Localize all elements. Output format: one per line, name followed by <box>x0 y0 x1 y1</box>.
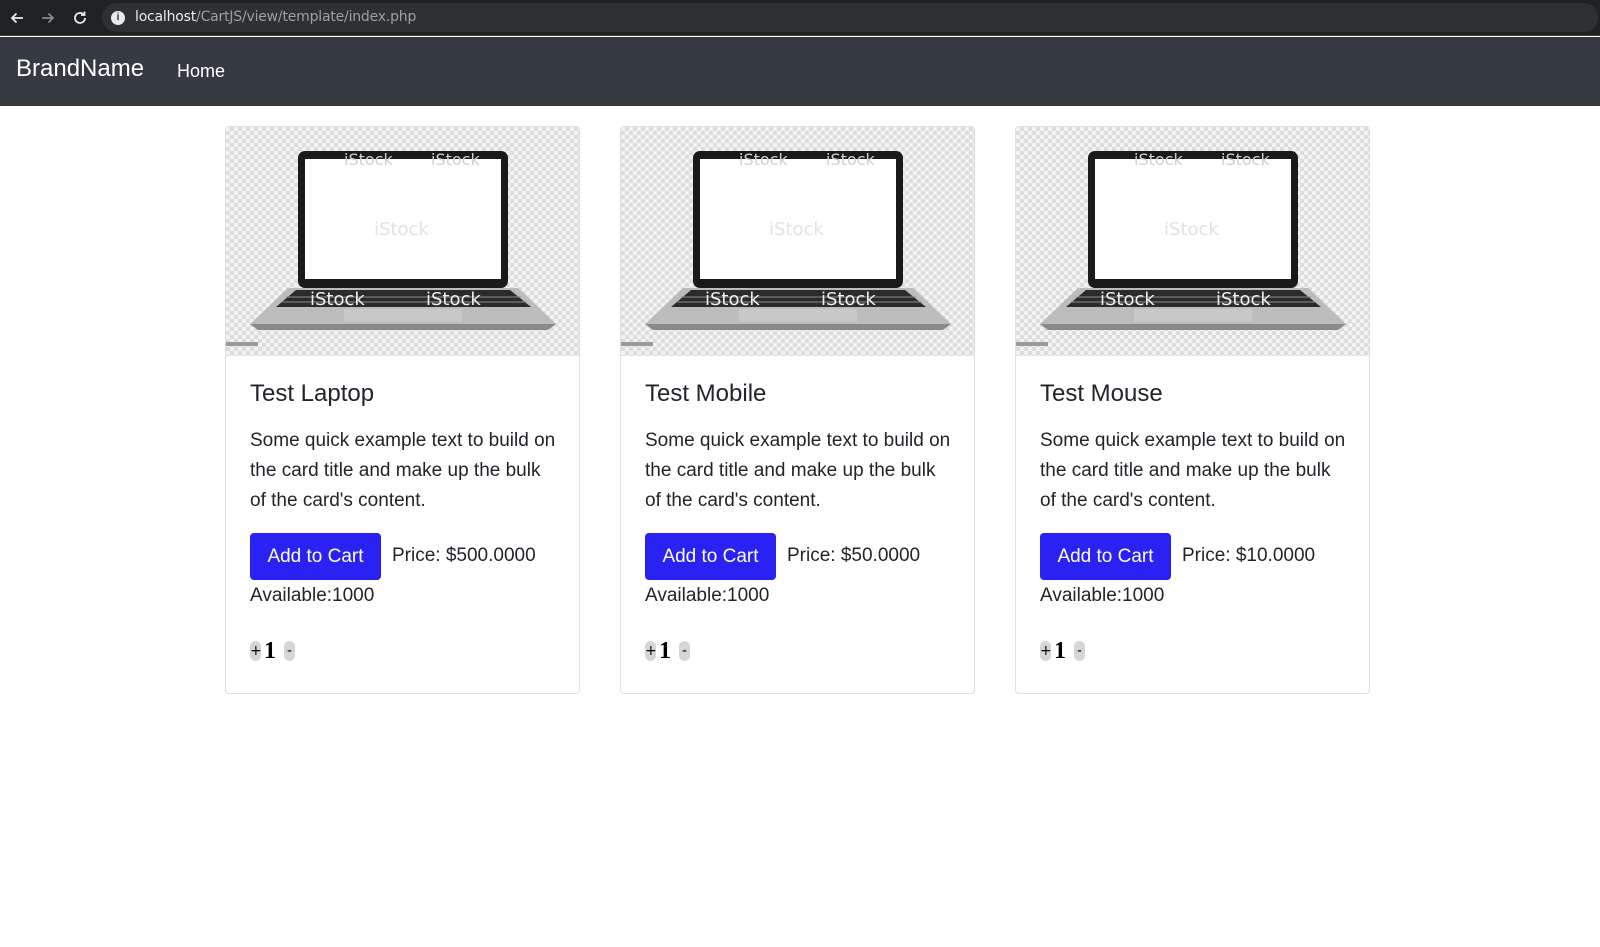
laptop-illustration: iStock iStock iStock iStock iStock <box>1016 150 1346 346</box>
qty-increment-button[interactable]: + <box>250 641 262 661</box>
card-description: Some quick example text to build on the … <box>1040 430 1346 511</box>
svg-text:iStock: iStock <box>739 150 788 169</box>
svg-text:iStock: iStock <box>1164 219 1219 240</box>
product-price: Price: $10.0000 <box>1182 545 1316 566</box>
svg-text:iStock: iStock <box>769 219 824 240</box>
svg-text:iStock: iStock <box>310 289 365 310</box>
qty-increment-button[interactable]: + <box>1040 641 1052 661</box>
svg-text:iStock: iStock <box>1216 289 1271 310</box>
card-description: Some quick example text to build on the … <box>645 430 951 511</box>
product-card-1: iStock iStock iStock iStock iStock Test … <box>225 126 580 694</box>
add-to-cart-button[interactable]: Add to Cart <box>1040 533 1171 580</box>
product-availability: Available:1000 <box>250 585 375 606</box>
qty-decrement-button[interactable]: - <box>679 641 690 661</box>
qty-decrement-button[interactable]: - <box>1074 641 1085 661</box>
product-availability: Available:1000 <box>1040 585 1165 606</box>
svg-text:iStock: iStock <box>431 150 480 169</box>
product-price: Price: $50.0000 <box>787 545 921 566</box>
quantity-stepper: + 1 - <box>250 638 295 664</box>
qty-decrement-button[interactable]: - <box>284 641 295 661</box>
back-arrow-icon[interactable] <box>7 8 27 28</box>
qty-increment-button[interactable]: + <box>645 641 657 661</box>
add-to-cart-button[interactable]: Add to Cart <box>250 533 381 580</box>
laptop-illustration: iStock iStock iStock iStock iStock <box>621 150 951 346</box>
product-image: iStock iStock iStock iStock iStock <box>621 127 974 356</box>
product-price: Price: $500.0000 <box>392 545 536 566</box>
address-bar[interactable]: i localhost/CartJS/view/template/index.p… <box>102 3 1598 32</box>
laptop-illustration: iStock iStock iStock iStock iStock <box>226 150 556 346</box>
svg-text:iStock: iStock <box>705 289 760 310</box>
quantity-stepper: + 1 - <box>645 638 690 664</box>
forward-arrow-icon[interactable] <box>38 8 58 28</box>
svg-text:iStock: iStock <box>1100 289 1155 310</box>
product-card-3: iStock iStock iStock iStock iStock Test … <box>1015 126 1370 694</box>
svg-text:iStock: iStock <box>374 219 429 240</box>
qty-value: 1 <box>1054 638 1066 664</box>
card-description: Some quick example text to build on the … <box>250 430 556 511</box>
svg-text:iStock: iStock <box>821 289 876 310</box>
brand-link[interactable]: BrandName <box>16 55 144 83</box>
browser-toolbar: i localhost/CartJS/view/template/index.p… <box>0 0 1600 36</box>
card-title: Test Mobile <box>645 380 767 407</box>
product-image: iStock iStock iStock iStock iStock <box>226 127 579 356</box>
product-availability: Available:1000 <box>645 585 770 606</box>
qty-value: 1 <box>659 638 671 664</box>
nav-link-home[interactable]: Home <box>177 61 225 82</box>
qty-value: 1 <box>264 638 276 664</box>
url-text[interactable]: localhost/CartJS/view/template/index.php <box>135 9 416 25</box>
reload-icon[interactable] <box>70 8 90 28</box>
svg-text:iStock: iStock <box>1221 150 1270 169</box>
product-image: iStock iStock iStock iStock iStock <box>1016 127 1369 356</box>
svg-text:iStock: iStock <box>1134 150 1183 169</box>
svg-text:iStock: iStock <box>826 150 875 169</box>
svg-text:iStock: iStock <box>426 289 481 310</box>
card-title: Test Laptop <box>250 380 375 407</box>
product-card-2: iStock iStock iStock iStock iStock Test … <box>620 126 975 694</box>
card-title: Test Mouse <box>1040 380 1163 407</box>
site-navbar: BrandName Home <box>0 37 1600 106</box>
add-to-cart-button[interactable]: Add to Cart <box>645 533 776 580</box>
quantity-stepper: + 1 - <box>1040 638 1085 664</box>
svg-text:iStock: iStock <box>344 150 393 169</box>
site-info-icon[interactable]: i <box>111 11 125 25</box>
